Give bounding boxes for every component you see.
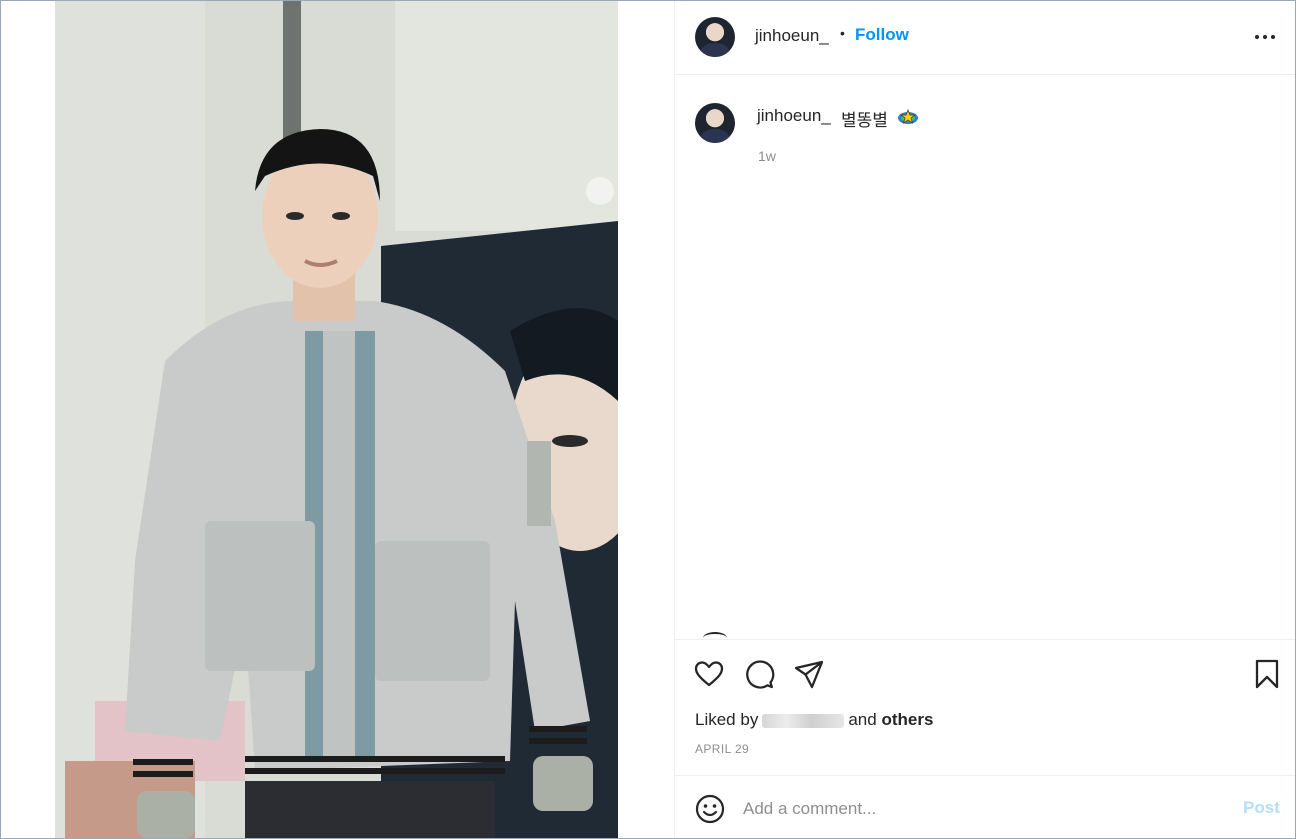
send-icon[interactable] bbox=[793, 658, 825, 690]
left-gutter bbox=[1, 1, 55, 838]
likes-others-link[interactable]: others bbox=[881, 710, 933, 729]
likes-summary: Liked by and others bbox=[695, 710, 933, 730]
post-details-panel: jinhoeun_ • Follow jinhoeun_ 별똥별 1w Like… bbox=[675, 1, 1295, 838]
author-avatar[interactable] bbox=[695, 17, 735, 57]
more-options-icon[interactable] bbox=[1247, 26, 1283, 48]
caption-area: jinhoeun_ 별똥별 1w bbox=[675, 76, 1295, 638]
action-bar: Liked by and others APRIL 29 bbox=[675, 639, 1295, 775]
blurred-username[interactable] bbox=[762, 713, 845, 728]
smile-icon[interactable] bbox=[695, 794, 725, 824]
post-comment-button[interactable]: Post bbox=[1243, 798, 1280, 818]
caption-text: 별똥별 bbox=[841, 111, 888, 130]
comment-icon[interactable] bbox=[743, 658, 775, 690]
liked-by-prefix: Liked by bbox=[695, 710, 759, 729]
post-date[interactable]: APRIL 29 bbox=[695, 742, 749, 756]
post-time-ago[interactable]: 1w bbox=[758, 148, 776, 164]
caption-author-avatar[interactable] bbox=[695, 103, 735, 143]
comment-bar: Post bbox=[675, 775, 1295, 838]
author-username[interactable]: jinhoeun_ bbox=[755, 26, 829, 46]
post-photo[interactable] bbox=[55, 1, 618, 838]
follow-button[interactable]: Follow bbox=[855, 25, 909, 45]
photo-illustration bbox=[55, 1, 618, 838]
separator-dot: • bbox=[840, 25, 845, 41]
more-dot bbox=[1271, 35, 1275, 39]
more-dot bbox=[1263, 35, 1267, 39]
more-dot bbox=[1255, 35, 1259, 39]
comment-input[interactable] bbox=[743, 794, 1223, 824]
heart-icon[interactable] bbox=[693, 658, 725, 690]
likes-connector: and bbox=[848, 710, 877, 729]
caption-username[interactable]: jinhoeun_ bbox=[757, 106, 831, 126]
post-header: jinhoeun_ • Follow bbox=[675, 1, 1295, 75]
bookmark-icon[interactable] bbox=[1251, 658, 1283, 690]
shooting-star-icon bbox=[898, 109, 918, 124]
